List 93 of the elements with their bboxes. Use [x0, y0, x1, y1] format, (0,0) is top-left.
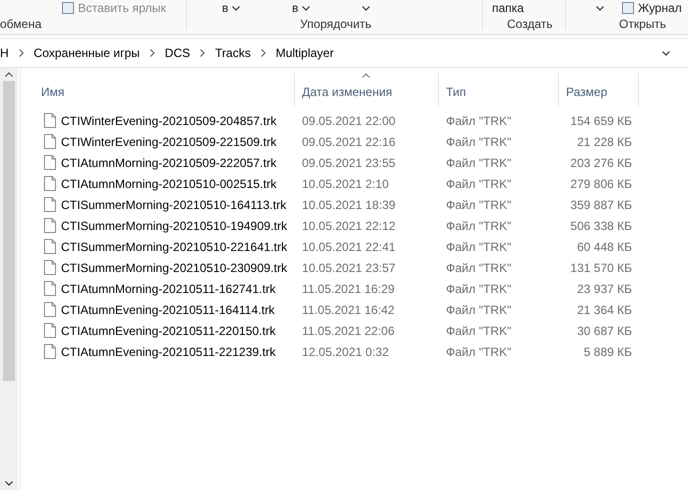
file-icon [44, 113, 56, 128]
file-size: 21 364 КБ [576, 302, 633, 316]
breadcrumb-item[interactable]: DCS [164, 46, 190, 60]
scroll-down-icon [5, 481, 13, 486]
file-size: 279 806 КБ [569, 176, 633, 190]
file-type: Файл "TRK" [445, 156, 512, 170]
file-icon [44, 197, 56, 212]
file-date: 10.05.2021 22:41 [301, 240, 396, 254]
file-name[interactable]: CTIAtumnEvening-20210511-164114.trk [61, 302, 275, 316]
file-date: 12.05.2021 0:32 [301, 344, 390, 358]
ribbon-dropdown[interactable] [596, 6, 604, 10]
ribbon-group-label: Создать [507, 17, 553, 31]
file-name[interactable]: CTISummerMorning-20210510-221641.trk [61, 240, 288, 254]
file-size: 30 687 КБ [576, 324, 633, 338]
file-name[interactable]: CTISummerMorning-20210510-164113.trk [61, 198, 286, 212]
breadcrumb-item[interactable]: Сохраненные игры [34, 46, 140, 60]
caret-icon [596, 6, 604, 10]
ribbon-dropdown[interactable]: в [292, 1, 310, 15]
file-icon [44, 323, 56, 338]
chevron-right-icon [150, 49, 155, 57]
file-date: 10.05.2021 18:39 [301, 198, 396, 212]
file-icon [44, 134, 56, 149]
file-type: Файл "TRK" [445, 114, 512, 128]
file-icon [44, 239, 56, 254]
file-type: Файл "TRK" [445, 302, 512, 316]
file-name[interactable]: CTISummerMorning-20210510-194909.trk [61, 218, 288, 232]
file-name[interactable]: CTIAtumnEvening-20210511-220150.trk [61, 324, 276, 338]
file-type: Файл "TRK" [445, 218, 512, 232]
file-size: 203 276 КБ [569, 156, 633, 170]
chevron-right-icon [18, 49, 24, 57]
file-date: 10.05.2021 22:12 [301, 218, 396, 232]
caret-icon [232, 6, 240, 10]
file-icon [44, 302, 56, 317]
file-icon [44, 260, 56, 275]
file-size: 21 228 КБ [576, 134, 633, 148]
file-type: Файл "TRK" [445, 240, 512, 254]
file-icon [44, 218, 56, 233]
file-date: 09.05.2021 23:55 [301, 156, 396, 170]
column-header[interactable]: Размер [559, 72, 639, 106]
ribbon-group-label: Упорядочить [300, 17, 372, 31]
ribbon-dropdown[interactable] [362, 6, 370, 10]
file-size: 23 937 КБ [576, 282, 633, 296]
column-header[interactable]: Имя [23, 72, 295, 106]
file-size: 506 338 КБ [569, 218, 633, 232]
file-type: Файл "TRK" [445, 324, 512, 338]
file-date: 09.05.2021 22:16 [301, 134, 396, 148]
file-name[interactable]: CTIAtumnMorning-20210509-222057.trk [61, 156, 276, 170]
file-name[interactable]: CTIAtumnEvening-20210511-221239.trk [61, 344, 276, 358]
file-date: 10.05.2021 2:10 [301, 176, 390, 190]
caret-icon [362, 6, 370, 10]
breadcrumb-item[interactable]: Tracks [215, 46, 251, 60]
file-date: 09.05.2021 22:00 [301, 114, 396, 128]
file-size: 154 659 КБ [569, 114, 633, 128]
column-header[interactable]: Тип [439, 72, 559, 106]
file-size: 359 887 КБ [569, 198, 633, 212]
file-type: Файл "TRK" [445, 344, 512, 358]
scrollbar[interactable] [0, 68, 20, 490]
file-date: 11.05.2021 16:29 [301, 282, 396, 296]
file-name[interactable]: CTIWinterEvening-20210509-221509.trk [61, 134, 276, 148]
file-name[interactable]: CTISummerMorning-20210510-230909.trk [61, 260, 288, 274]
ribbon-group-label: Открыть [619, 17, 666, 31]
file-type: Файл "TRK" [445, 198, 512, 212]
column-header[interactable]: Дата изменения [295, 72, 439, 106]
file-size: 131 570 КБ [569, 260, 633, 274]
scroll-up-icon[interactable] [5, 72, 13, 77]
ribbon-group-label: обмена [0, 17, 42, 31]
file-name[interactable]: CTIWinterEvening-20210509-204857.trk [61, 114, 276, 128]
ribbon-dropdown[interactable]: в [222, 1, 240, 15]
file-icon [44, 155, 56, 170]
caret-icon [302, 6, 310, 10]
chevron-right-icon [260, 49, 266, 57]
address-dropdown[interactable] [660, 48, 672, 58]
scrollbar-thumb[interactable] [3, 81, 15, 381]
file-icon [44, 281, 56, 296]
file-name[interactable]: CTIAtumnMorning-20210510-002515.trk [61, 176, 276, 190]
file-name[interactable]: CTIAtumnMorning-20210511-162741.trk [61, 282, 276, 296]
file-type: Файл "TRK" [445, 176, 512, 190]
file-size: 60 448 КБ [576, 240, 633, 254]
file-type: Файл "TRK" [445, 282, 512, 296]
file-type: Файл "TRK" [445, 260, 512, 274]
file-date: 11.05.2021 22:06 [301, 324, 396, 338]
chevron-right-icon [200, 49, 206, 57]
file-date: 11.05.2021 16:42 [301, 302, 396, 316]
ribbon-label[interactable]: папка [492, 1, 524, 15]
breadcrumb-item[interactable]: Н [0, 46, 9, 60]
ribbon-button[interactable]: Журнал [622, 1, 682, 15]
file-date: 10.05.2021 23:57 [301, 260, 396, 274]
chevron-down-icon [662, 50, 670, 56]
file-icon [44, 344, 56, 359]
file-size: 5 889 КБ [582, 344, 633, 358]
breadcrumb-item[interactable]: Multiplayer [276, 46, 334, 60]
file-icon [44, 176, 56, 191]
file-type: Файл "TRK" [445, 134, 512, 148]
